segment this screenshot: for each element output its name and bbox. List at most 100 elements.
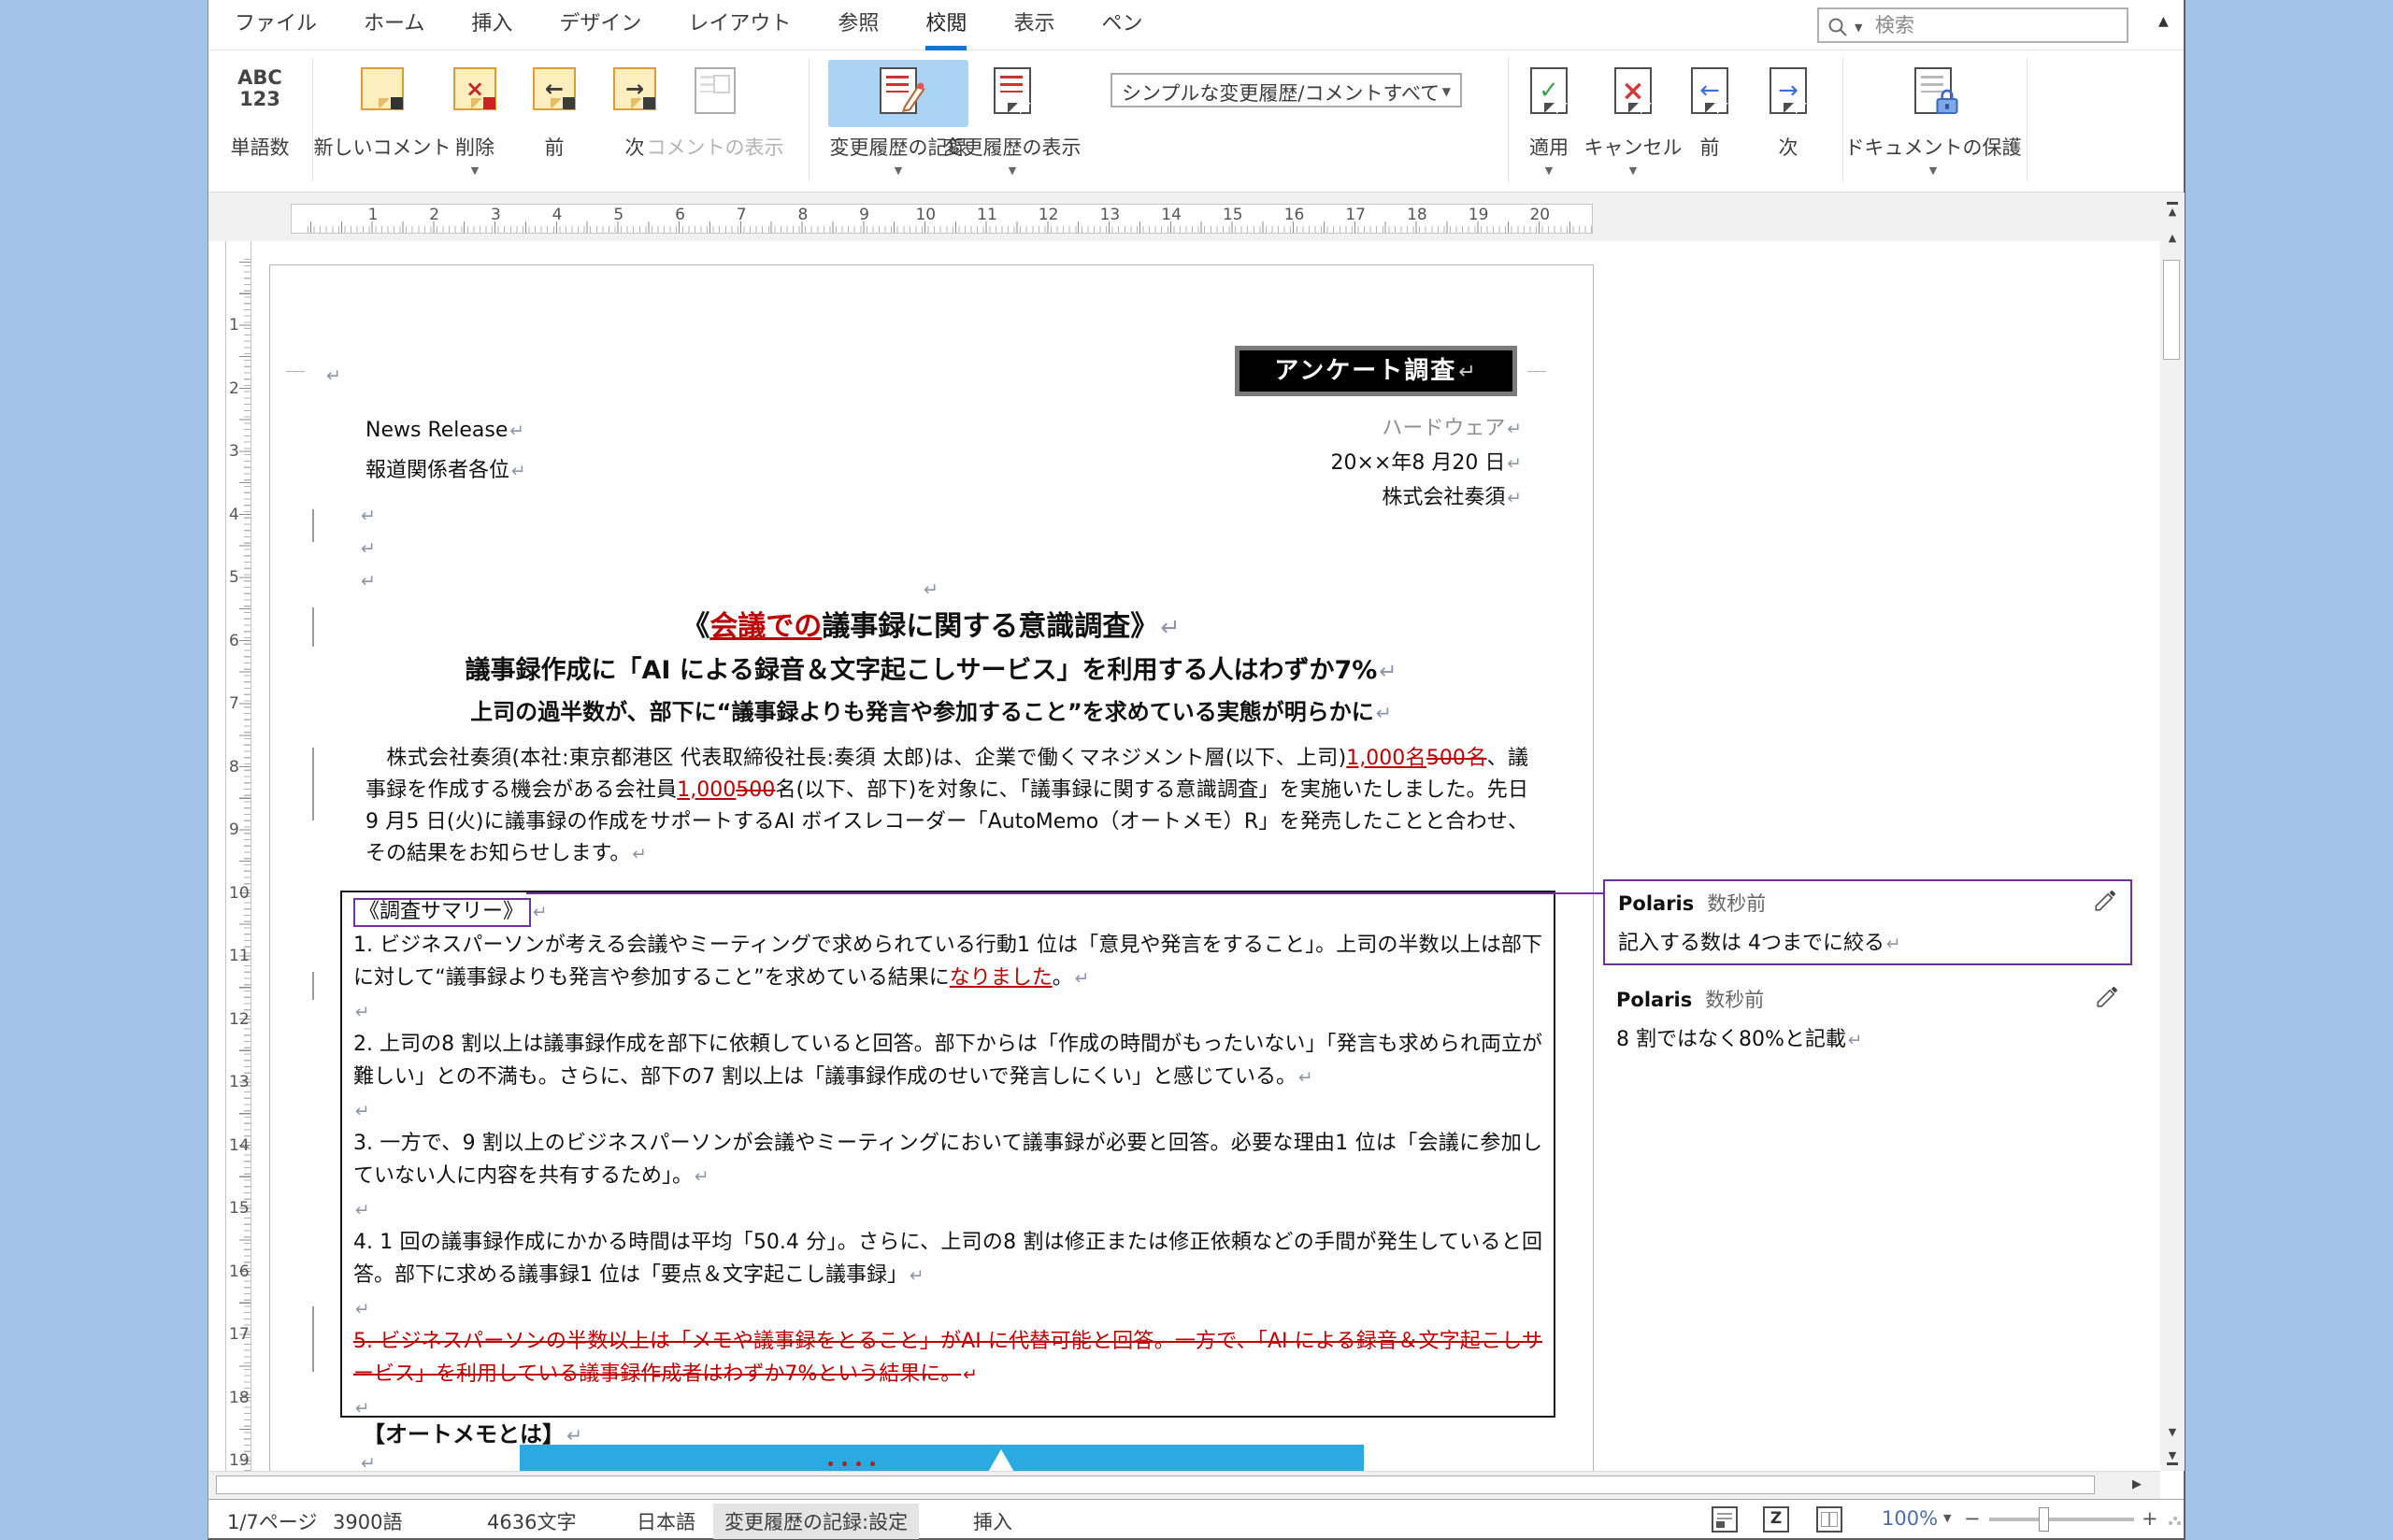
previous-comment-button[interactable]: ← 前 [522,50,587,191]
tab-insert[interactable]: 挿入 [471,0,512,50]
next-change-button[interactable]: → 次 [1755,50,1821,191]
tracked-deletion: 5. ビジネスパーソンの半数以上は「メモや議事録をとること」がAI に代替可能と… [353,1330,1542,1386]
survey-stamp[interactable]: アンケート調査↵ [1235,346,1517,396]
accept-change-button[interactable]: ✓ 適用 ▼ [1507,50,1591,191]
track-changes-display-button[interactable]: 変更履歴の表示 ▼ [942,50,1082,191]
doc-title-2[interactable]: 議事録作成に「AI による録音＆文字起こしサービス」を利用する人はわずか7%↵ [269,649,1593,686]
word-count-status[interactable]: 3900語 [333,1507,402,1535]
comment-anchor-highlight[interactable]: 《調査サマリー》 [353,898,531,927]
comment-card[interactable]: Polaris数秒前記入する数は 4つまでに絞る↵ [1603,879,2132,965]
comment-text[interactable]: 記入する数は 4つまでに絞る↵ [1618,926,2117,956]
scroll-down-icon[interactable]: ▼ [2160,1426,2185,1438]
tab-file[interactable]: ファイル [235,0,317,50]
new-comment-button[interactable]: 新しいコメント [312,50,452,191]
summary-title-line[interactable]: 《調査サマリー》↵ [353,895,1542,929]
zoom-out-icon[interactable]: − [1964,1507,1981,1530]
dropdown-arrow-icon[interactable]: ▼ [1844,164,2022,177]
next-page-icon[interactable]: ▼ [2160,1449,2185,1465]
summary-item-5-deleted[interactable]: 5. ビジネスパーソンの半数以上は「メモや議事録をとること」がAI に代替可能と… [353,1325,1542,1391]
paragraph-mark: ↵ [1846,1031,1863,1050]
markup-display-mode-select[interactable]: シンプルな変更履歴/コメントすべて ▼ [1111,73,1462,107]
summary-box[interactable]: 《調査サマリー》↵ 1. ビジネスパーソンが考える会議やミーティングで求められて… [340,891,1555,1418]
tab-home[interactable]: ホーム [364,0,424,50]
protect-document-button[interactable]: ドキュメントの保護 ▼ [1844,50,2022,191]
previous-page-icon[interactable]: ▲ [2160,202,2185,218]
zoom-level[interactable]: 100% [1882,1507,1938,1530]
page-indicator[interactable]: 1/7ページ [227,1507,317,1535]
dropdown-arrow-icon[interactable]: ▼ [1582,164,1684,177]
char-count-status[interactable]: 4636文字 [487,1507,576,1535]
ribbon: ABC123 単語数 新しいコメント × 削除 ▼ ← 前 → 次 [208,50,2184,192]
comment-timestamp: 数秒前 [1707,892,1766,915]
collapse-ribbon-icon[interactable]: ▲ [2158,14,2169,29]
scroll-up-icon[interactable]: ▲ [2160,232,2185,244]
dropdown-arrow-icon[interactable]: ▼ [942,164,1082,177]
ruler-number: 4 [229,506,239,524]
automemo-heading[interactable]: 【オートメモとは】↵ [363,1416,582,1448]
horizontal-ruler: 1234567891011121314151617181920 [291,204,1593,234]
ruler-number: 7 [229,694,239,713]
search-input[interactable] [1873,11,2111,39]
body-paragraph[interactable]: 株式会社奏須(本社:東京都港区 代表取締役社長:奏須 太郎)は、企業で働くマネジ… [365,743,1528,871]
paragraph-mark: ↵ [924,579,939,600]
language-status[interactable]: 日本語 [637,1507,695,1535]
tab-view[interactable]: 表示 [1013,0,1054,50]
summary-item-1[interactable]: 1. ビジネスパーソンが考える会議やミーティングで求められている行動1 位は「意… [353,929,1542,995]
paragraph-mark: ↵ [961,1365,978,1385]
insert-mode-status[interactable]: 挿入 [973,1507,1012,1535]
draft-view-icon[interactable]: Z [1763,1506,1789,1533]
horizontal-scrollbar[interactable]: ▶ [208,1471,2160,1499]
reject-change-button[interactable]: × キャンセル ▼ [1582,50,1684,191]
paragraph-mark: ↵ [630,845,647,864]
ruler-number: 12 [1039,206,1059,224]
tab-references[interactable]: 参照 [838,0,879,50]
dropdown-arrow-icon[interactable]: ▼ [1507,164,1591,177]
zoom-dropdown-icon[interactable]: ▼ [1943,1512,1951,1524]
previous-change-button[interactable]: ← 前 [1677,50,1742,191]
document-page[interactable]: アンケート調査↵ ↵ News Release↵ 報道関係者各位↵ ハードウェア… [269,264,1593,1471]
previous-comment-icon: ← [533,67,576,110]
vertical-scrollbar-thumb[interactable] [2163,260,2180,360]
vertical-scrollbar[interactable]: ▲ ▲ ▼ ▼ [2160,192,2185,1471]
zoom-slider[interactable] [1989,1518,2134,1521]
horizontal-scrollbar-thumb[interactable] [216,1476,2095,1494]
comment-text[interactable]: 8 割ではなく80%と記載↵ [1616,1022,2119,1052]
word-count-button[interactable]: ABC123 単語数 [218,50,302,191]
scroll-right-icon[interactable]: ▶ [2132,1477,2142,1491]
search-box[interactable]: ▼ [1817,7,2128,43]
dropdown-arrow-icon[interactable]: ▼ [437,164,512,177]
doc-title-3[interactable]: 上司の過半数が、部下に“議事録よりも発言や参加すること”を求めている実態が明らか… [269,693,1593,726]
tab-pen[interactable]: ペン [1101,0,1142,50]
column-view-icon[interactable] [1816,1506,1842,1533]
zoom-in-icon[interactable]: + [2142,1507,2158,1530]
tab-design[interactable]: デザイン [559,0,641,50]
delete-comment-button[interactable]: × 削除 ▼ [437,50,512,191]
delete-comment-icon: × [453,67,496,110]
automemo-banner[interactable] [520,1445,1364,1471]
ruler-number: 1 [368,206,379,224]
ruler-number: 7 [737,206,747,224]
track-changes-status[interactable]: 変更履歴の記録:設定 [713,1504,919,1539]
reject-change-icon: × [1614,67,1652,114]
news-release-line[interactable]: News Release↵ [365,419,524,442]
tracked-deletion: 500名 [1426,747,1487,770]
page-layout-view-icon[interactable] [1712,1506,1738,1533]
word-count-icon: ABC123 [237,67,282,110]
summary-item-4[interactable]: 4. 1 回の議事録作成にかかる時間は平均「50.4 分」。さらに、上司の8 割… [353,1226,1542,1292]
tab-review[interactable]: 校閲 [925,0,967,50]
search-scope-dropdown-icon[interactable]: ▼ [1855,21,1862,34]
addressee-line[interactable]: 報道関係者各位↵ [365,453,526,483]
paragraph-mark: ↵ [1073,969,1090,989]
header-right-block[interactable]: ハードウェア↵ 20××年8 月20 日↵ 株式会社奏須↵ [1330,412,1522,516]
comment-card[interactable]: Polaris数秒前8 割ではなく80%と記載↵ [1603,977,2132,1060]
summary-item-2[interactable]: 2. 上司の8 割以上は議事録作成を部下に依頼していると回答。部下からは「作成の… [353,1028,1542,1094]
edit-comment-icon[interactable] [2095,985,2119,1013]
document-viewport: 12345678910111213141516171819 アンケート調査↵ ↵… [208,241,2160,1471]
ruler-number: 19 [229,1451,250,1470]
zoom-slider-thumb[interactable] [2039,1507,2049,1532]
ruler-number: 16 [1284,206,1305,224]
summary-item-3[interactable]: 3. 一方で、9 割以上のビジネスパーソンが会議やミーティングにおいて議事録が必… [353,1127,1542,1193]
edit-comment-icon[interactable] [2093,889,2117,917]
doc-title-1[interactable]: 《会議での議事録に関する意識調査》↵ [269,603,1593,644]
tab-layout[interactable]: レイアウト [688,0,791,50]
